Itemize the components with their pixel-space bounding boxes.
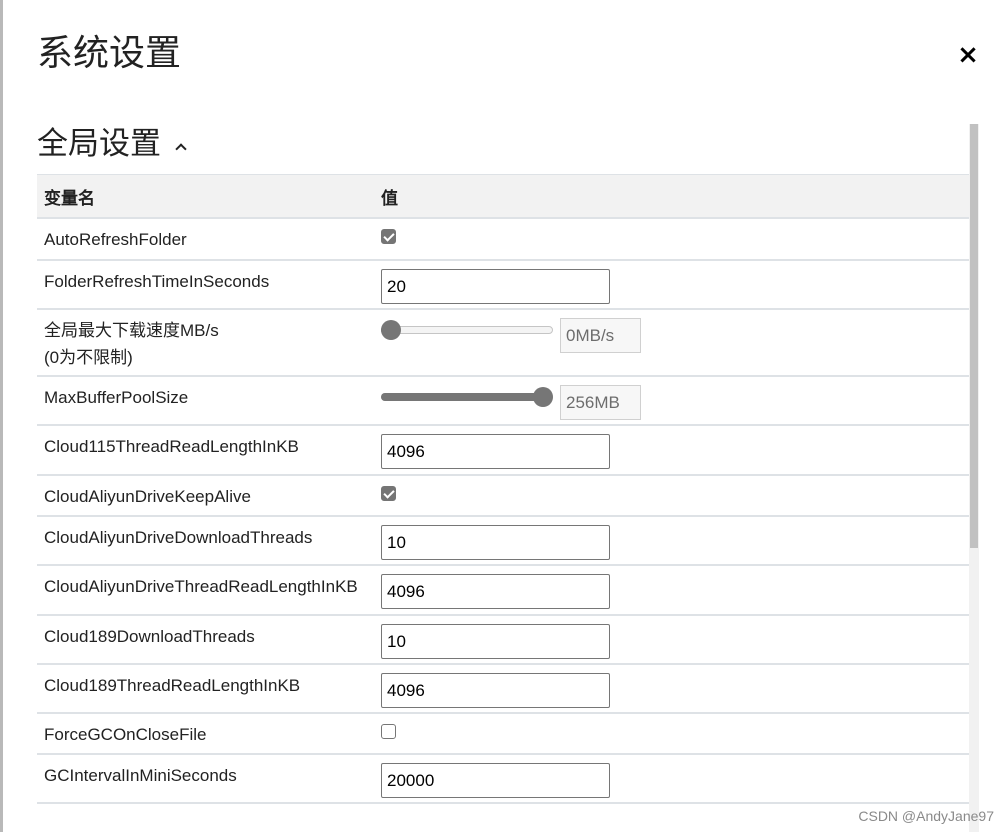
table-row: CloudAliyunDriveDownloadThreads bbox=[37, 516, 969, 566]
aliyun-keep-alive-checkbox[interactable] bbox=[381, 486, 396, 501]
table-row: CloudAliyunDriveThreadReadLengthInKB bbox=[37, 565, 969, 616]
slider-thumb[interactable] bbox=[381, 320, 401, 340]
setting-value-cell bbox=[374, 615, 969, 665]
table-row: FolderRefreshTimeInSeconds bbox=[37, 260, 969, 310]
setting-value-cell: 0MB/s bbox=[374, 309, 969, 377]
setting-name: CloudAliyunDriveKeepAlive bbox=[37, 475, 374, 517]
chevron-up-icon bbox=[175, 141, 187, 153]
table-header-row: 变量名 值 bbox=[37, 174, 969, 219]
settings-table: 变量名 值 AutoRefreshFolder FolderRefreshTim… bbox=[37, 174, 969, 804]
slider-track bbox=[381, 326, 553, 334]
max-download-speed-slider[interactable] bbox=[381, 320, 553, 340]
table-row: MaxBufferPoolSize 256MB bbox=[37, 376, 969, 426]
setting-value-cell bbox=[374, 475, 969, 517]
table-row: Cloud189DownloadThreads bbox=[37, 615, 969, 665]
section-title: 全局设置 bbox=[37, 126, 161, 162]
setting-value-cell bbox=[374, 516, 969, 566]
force-gc-checkbox[interactable] bbox=[381, 724, 396, 739]
slider-thumb[interactable] bbox=[533, 387, 553, 407]
table-row: Cloud189ThreadReadLengthInKB bbox=[37, 664, 969, 714]
table-row: 全局最大下载速度MB/s (0为不限制) 0MB/s bbox=[37, 309, 969, 377]
setting-value-cell: 256MB bbox=[374, 376, 969, 426]
gc-interval-input[interactable] bbox=[381, 763, 610, 798]
watermark: CSDN @AndyJane97 bbox=[858, 808, 994, 824]
settings-dialog: 系统设置 × 全局设置 变量名 值 AutoRefreshFolder Fold… bbox=[3, 0, 1008, 832]
close-button[interactable]: × bbox=[953, 40, 983, 70]
setting-value-cell bbox=[374, 260, 969, 310]
auto-refresh-folder-checkbox[interactable] bbox=[381, 229, 396, 244]
setting-name-cell: 全局最大下载速度MB/s (0为不限制) bbox=[37, 309, 374, 377]
dialog-title: 系统设置 bbox=[37, 33, 182, 74]
setting-name: CloudAliyunDriveDownloadThreads bbox=[37, 516, 374, 566]
vertical-scrollbar[interactable] bbox=[969, 124, 979, 832]
setting-value-cell bbox=[374, 425, 969, 476]
table-row: AutoRefreshFolder bbox=[37, 218, 969, 261]
setting-value-cell bbox=[374, 754, 969, 804]
column-header-name: 变量名 bbox=[37, 174, 374, 219]
cloud189-download-threads-input[interactable] bbox=[381, 624, 610, 659]
max-buffer-pool-readout: 256MB bbox=[560, 385, 641, 420]
setting-name: FolderRefreshTimeInSeconds bbox=[37, 260, 374, 310]
folder-refresh-time-input[interactable] bbox=[381, 269, 610, 304]
scrollbar-thumb[interactable] bbox=[970, 124, 978, 548]
max-download-speed-readout: 0MB/s bbox=[560, 318, 641, 353]
column-header-value: 值 bbox=[374, 174, 969, 219]
settings-table-container: 变量名 值 AutoRefreshFolder FolderRefreshTim… bbox=[37, 174, 969, 832]
table-row: GCIntervalInMiniSeconds bbox=[37, 754, 969, 804]
setting-name: GCIntervalInMiniSeconds bbox=[37, 754, 374, 804]
setting-name: 全局最大下载速度MB/s bbox=[44, 321, 219, 340]
max-buffer-pool-slider[interactable] bbox=[381, 387, 553, 407]
slider-fill bbox=[381, 393, 543, 401]
setting-note: (0为不限制) bbox=[44, 348, 133, 367]
setting-value-cell bbox=[374, 218, 969, 261]
table-row: CloudAliyunDriveKeepAlive bbox=[37, 475, 969, 517]
setting-name: Cloud189ThreadReadLengthInKB bbox=[37, 664, 374, 714]
setting-name: CloudAliyunDriveThreadReadLengthInKB bbox=[37, 565, 374, 616]
setting-name: Cloud189DownloadThreads bbox=[37, 615, 374, 665]
aliyun-read-length-input[interactable] bbox=[381, 574, 610, 609]
setting-value-cell bbox=[374, 565, 969, 616]
cloud189-read-length-input[interactable] bbox=[381, 673, 610, 708]
setting-name: MaxBufferPoolSize bbox=[37, 376, 374, 426]
table-row: ForceGCOnCloseFile bbox=[37, 713, 969, 755]
cloud115-read-length-input[interactable] bbox=[381, 434, 610, 469]
setting-value-cell bbox=[374, 713, 969, 755]
aliyun-download-threads-input[interactable] bbox=[381, 525, 610, 560]
setting-name: Cloud115ThreadReadLengthInKB bbox=[37, 425, 374, 476]
section-toggle-global[interactable]: 全局设置 bbox=[37, 122, 187, 166]
setting-name: AutoRefreshFolder bbox=[37, 218, 374, 261]
setting-name: ForceGCOnCloseFile bbox=[37, 713, 374, 755]
setting-value-cell bbox=[374, 664, 969, 714]
table-row: Cloud115ThreadReadLengthInKB bbox=[37, 425, 969, 476]
